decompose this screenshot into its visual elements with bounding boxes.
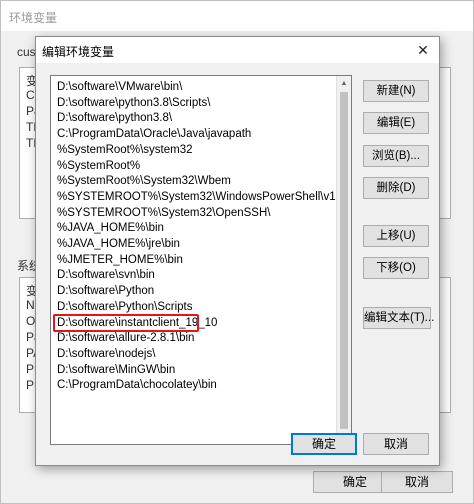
window-title: 环境变量 [9,11,58,25]
edit-button[interactable]: 编辑(E) [363,112,429,134]
path-list-item[interactable]: %JAVA_HOME%\bin [57,220,164,236]
scroll-thumb[interactable] [340,92,348,429]
path-list-item[interactable]: C:\ProgramData\Oracle\Java\javapath [57,126,251,142]
edit-text-button[interactable]: 编辑文本(T)... [363,307,434,329]
path-list-item[interactable]: D:\software\MinGW\bin [57,362,175,378]
browse-button[interactable]: 浏览(B)... [363,145,429,167]
highlight-annotation [53,313,199,332]
path-list-item[interactable]: %JMETER_HOME%\bin [57,252,183,268]
cancel-button[interactable]: 取消 [363,433,429,455]
path-list-item[interactable]: D:\software\Python\Scripts [57,299,193,315]
new-button[interactable]: 新建(N) [363,80,429,102]
path-list-item[interactable]: %SystemRoot%\System32\Wbem [57,173,231,189]
move-down-button[interactable]: 下移(O) [363,257,429,279]
delete-button[interactable]: 删除(D) [363,177,429,199]
edit-environment-variable-dialog: 编辑环境变量 ✕ D:\software\VMware\bin\ D:\softw… [35,36,440,466]
path-list-item[interactable]: D:\software\VMware\bin\ [57,79,182,95]
path-list-item[interactable]: %SYSTEMROOT%\System32\OpenSSH\ [57,205,270,221]
dialog-title: 编辑环境变量 [42,45,115,59]
path-list-item[interactable]: %SystemRoot% [57,158,140,174]
close-icon[interactable]: ✕ [413,40,433,60]
move-up-button[interactable]: 上移(U) [363,225,429,247]
ok-button[interactable]: 确定 [291,433,357,455]
path-list-item[interactable]: D:\software\allure-2.8.1\bin [57,330,194,346]
path-list-item[interactable]: D:\software\python3.8\Scripts\ [57,95,210,111]
window-titlebar: 环境变量 [1,1,473,31]
scroll-up-arrow-icon[interactable]: ▲ [337,76,351,91]
dialog-titlebar: 编辑环境变量 ✕ [36,37,439,63]
path-list-item[interactable]: D:\software\svn\bin [57,267,155,283]
path-list-item[interactable]: D:\software\Python [57,283,154,299]
path-list-item[interactable]: %SystemRoot%\system32 [57,142,193,158]
path-list-item[interactable]: %SYSTEMROOT%\System32\WindowsPowerShell\… [57,189,348,205]
parent-cancel-button[interactable]: 取消 [381,471,453,493]
vertical-scrollbar[interactable]: ▲ ▼ [336,76,351,444]
path-list-item[interactable]: %JAVA_HOME%\jre\bin [57,236,180,252]
path-list[interactable]: D:\software\VMware\bin\ D:\software\pytho… [50,75,352,445]
path-list-item[interactable]: C:\ProgramData\chocolatey\bin [57,377,217,393]
path-list-item[interactable]: D:\software\nodejs\ [57,346,155,362]
path-list-item[interactable]: D:\software\python3.8\ [57,110,172,126]
